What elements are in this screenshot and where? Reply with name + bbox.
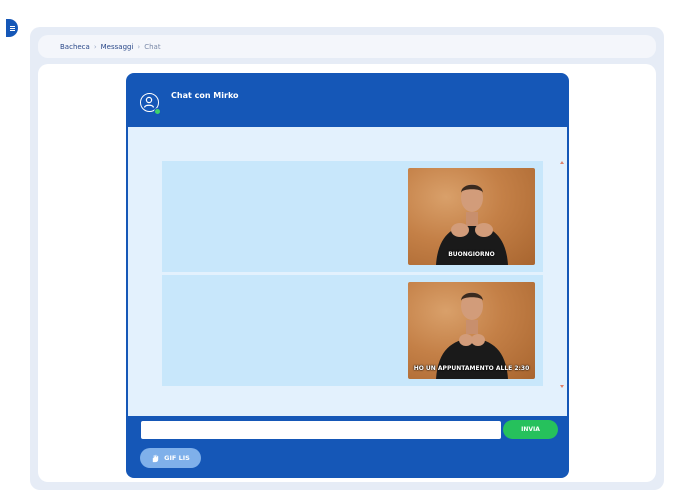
online-status-indicator xyxy=(154,108,161,115)
breadcrumb-item-chat: Chat xyxy=(144,42,161,51)
send-button[interactable]: INVIA xyxy=(503,420,558,439)
breadcrumb-item-bacheca[interactable]: Bacheca xyxy=(60,43,90,51)
breadcrumb-item-messaggi[interactable]: Messaggi xyxy=(101,43,134,51)
video-caption: HO UN APPUNTAMENTO ALLE 2:30 xyxy=(413,365,530,372)
messages-list[interactable]: BUONGIORNO HO UN APPUNTAMENTO ALLE 2:30 xyxy=(128,127,567,416)
gif-lis-button[interactable]: GIF LIS xyxy=(140,448,201,468)
chat-header: Chat con Mirko xyxy=(126,73,569,127)
message-input[interactable] xyxy=(141,421,501,439)
scroll-down-icon[interactable] xyxy=(560,385,564,388)
chat-window: Chat con Mirko BUONGIORNO HO UN APPUNTAM… xyxy=(126,73,569,478)
message-bubble: HO UN APPUNTAMENTO ALLE 2:30 xyxy=(162,275,543,386)
messages-scrollbar[interactable] xyxy=(559,161,565,388)
gif-lis-label: GIF LIS xyxy=(164,454,190,462)
sidebar-toggle-button[interactable] xyxy=(6,19,18,37)
breadcrumb: Bacheca › Messaggi › Chat xyxy=(38,35,656,58)
scroll-up-icon[interactable] xyxy=(560,161,564,164)
menu-icon xyxy=(9,27,15,29)
message-bubble: BUONGIORNO xyxy=(162,161,543,272)
user-icon xyxy=(143,96,155,108)
breadcrumb-separator: › xyxy=(93,42,97,51)
sign-video-thumbnail[interactable]: HO UN APPUNTAMENTO ALLE 2:30 xyxy=(408,282,535,379)
breadcrumb-separator: › xyxy=(137,42,141,51)
chat-title: Chat con Mirko xyxy=(171,91,239,100)
video-caption: BUONGIORNO xyxy=(448,251,495,258)
hand-icon xyxy=(152,454,159,462)
sign-video-thumbnail[interactable]: BUONGIORNO xyxy=(408,168,535,265)
